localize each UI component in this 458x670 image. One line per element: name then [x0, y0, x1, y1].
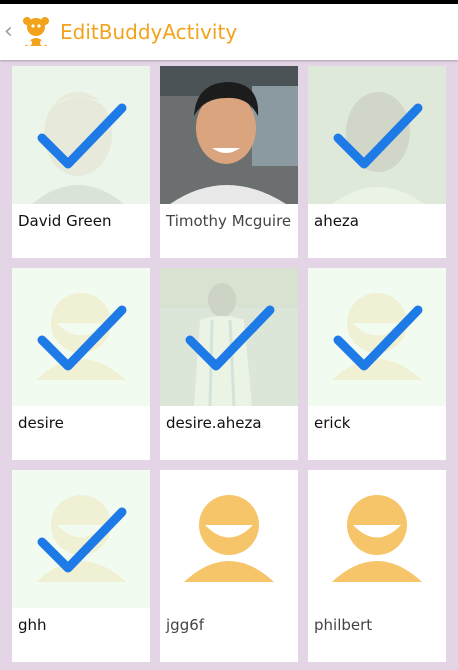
buddy-tile[interactable]: jgg6f	[160, 470, 298, 662]
buddy-tile[interactable]: desire.aheza	[160, 268, 298, 460]
avatar-photo	[160, 268, 298, 406]
checkmark-icon	[333, 305, 423, 371]
default-avatar-icon	[308, 470, 446, 608]
buddy-tile[interactable]: erick	[308, 268, 446, 460]
avatar-photo	[308, 66, 446, 204]
avatar-photo	[160, 66, 298, 204]
checkmark-icon	[37, 305, 127, 371]
page-title: EditBuddyActivity	[60, 20, 238, 44]
buddy-tile[interactable]: desire	[12, 268, 150, 460]
buddy-name: erick	[314, 414, 351, 432]
checkmark-icon	[37, 507, 127, 573]
buddy-name: jgg6f	[166, 616, 205, 634]
default-avatar-icon	[160, 470, 298, 608]
buddy-tile[interactable]: Timothy Mcguire	[160, 66, 298, 258]
buddy-name: Timothy Mcguire	[166, 212, 292, 230]
buddy-name: desire.aheza	[166, 414, 262, 432]
buddy-name: David Green	[18, 212, 112, 230]
buddy-tile[interactable]: David Green	[12, 66, 150, 258]
back-chevron-icon[interactable]: ‹	[4, 4, 16, 60]
buddy-name: aheza	[314, 212, 359, 230]
buddy-name: philbert	[314, 616, 373, 634]
default-avatar-icon	[12, 470, 150, 608]
buddy-tile[interactable]: philbert	[308, 470, 446, 662]
action-bar: ‹ EditBuddyActivity	[0, 4, 458, 60]
checkmark-icon	[185, 305, 275, 371]
default-avatar-icon	[308, 268, 446, 406]
checkmark-icon	[333, 103, 423, 169]
buddy-tile[interactable]: aheza	[308, 66, 446, 258]
buddy-name: desire	[18, 414, 64, 432]
checkmark-icon	[37, 103, 127, 169]
buddy-grid: David Green Timothy Mcguire aheza desire…	[0, 60, 458, 670]
default-avatar-icon	[12, 268, 150, 406]
avatar-photo	[12, 66, 150, 204]
app-logo-icon[interactable]	[16, 12, 56, 52]
buddy-name: ghh	[18, 616, 47, 634]
buddy-tile[interactable]: ghh	[12, 470, 150, 662]
